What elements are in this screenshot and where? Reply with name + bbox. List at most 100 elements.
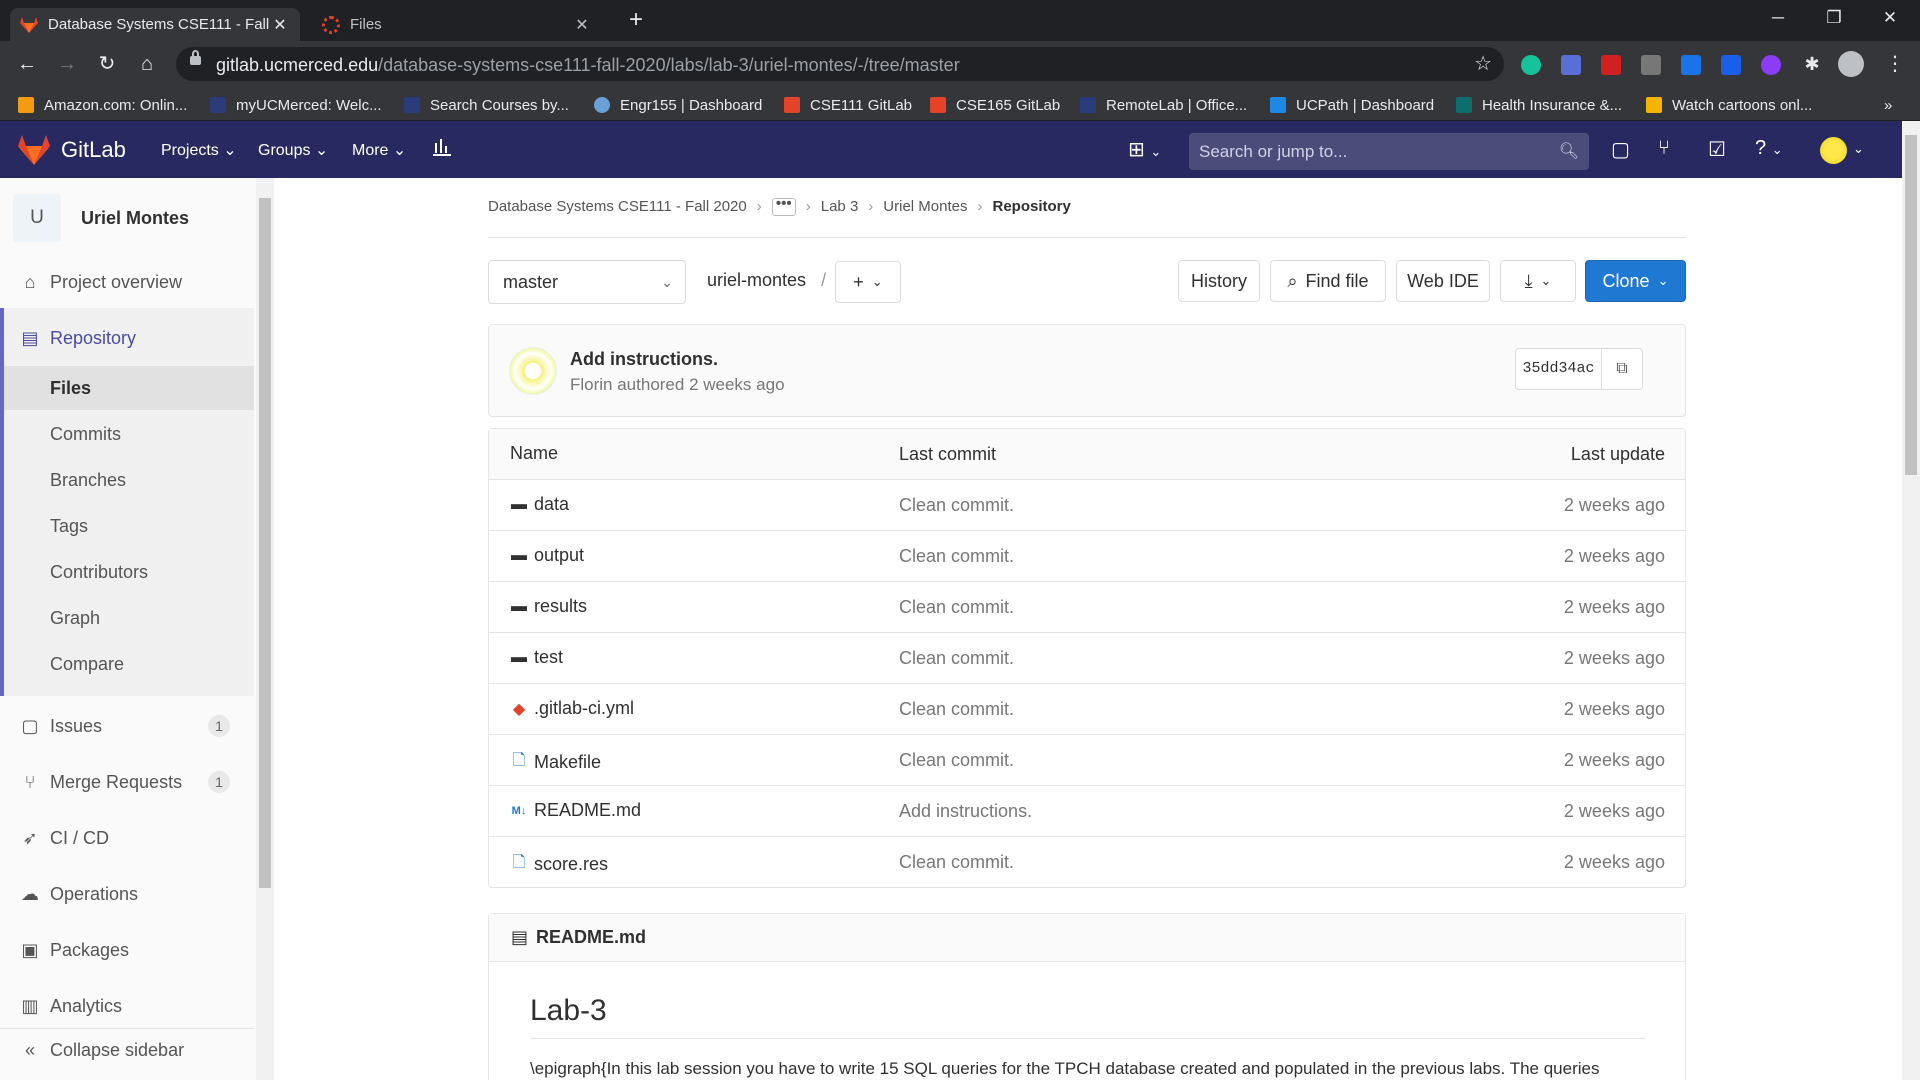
home-icon[interactable]: ⌂ (132, 49, 162, 79)
file-name[interactable]: test (534, 647, 563, 668)
page-scrollbar[interactable] (1902, 121, 1920, 1080)
sidebar-item-operations[interactable]: ☁ Operations (0, 872, 254, 916)
bookmark-item[interactable]: UCPath | Dashboard (1270, 94, 1434, 116)
gitlab-logo-icon[interactable] (18, 135, 50, 165)
extension-icon[interactable] (1721, 55, 1741, 75)
readme-filename[interactable]: README.md (536, 927, 646, 948)
file-name[interactable]: Makefile (534, 752, 601, 773)
bookmark-item[interactable]: RemoteLab | Office... (1080, 94, 1247, 116)
file-name[interactable]: README.md (534, 800, 641, 821)
search-input[interactable] (1189, 133, 1549, 170)
commit-message[interactable]: Clean commit. (899, 597, 1014, 618)
activity-chart-icon[interactable] (432, 137, 452, 163)
sidebar-item-project-overview[interactable]: ⌂ Project overview (0, 260, 254, 304)
dark-mode-icon[interactable] (1761, 55, 1781, 75)
extension-icon[interactable] (1561, 55, 1581, 75)
page-scrollbar-thumb[interactable] (1905, 135, 1917, 475)
help-icon[interactable]: ? ⌄ (1755, 137, 1783, 160)
grammarly-icon[interactable] (1521, 55, 1541, 75)
extensions-puzzle-icon[interactable]: ✱ (1797, 49, 1827, 79)
history-button[interactable]: History (1178, 260, 1260, 302)
file-name[interactable]: .gitlab-ci.yml (534, 698, 634, 719)
back-icon[interactable]: ← (12, 49, 42, 79)
commit-message[interactable]: Clean commit. (899, 495, 1014, 516)
bookmark-item[interactable]: Amazon.com: Onlin... (18, 94, 187, 116)
adblock-icon[interactable] (1601, 55, 1621, 75)
browser-tab[interactable]: Files ✕ (312, 8, 602, 41)
breadcrumb-more-button[interactable]: ••• (771, 196, 796, 216)
forward-icon[interactable]: → (52, 49, 82, 79)
table-row[interactable]: ▬ output Clean commit. 2 weeks ago (489, 530, 1685, 581)
bookmark-item[interactable]: CSE111 GitLab (784, 94, 912, 116)
menu-kebab-icon[interactable]: ⋮ (1880, 49, 1910, 79)
sidebar-subitem-tags[interactable]: Tags (4, 504, 254, 548)
file-name[interactable]: results (534, 596, 587, 617)
sidebar-subitem-graph[interactable]: Graph (4, 596, 254, 640)
bookmark-item[interactable]: Health Insurance &... (1456, 94, 1622, 116)
sidebar-subitem-commits[interactable]: Commits (4, 412, 254, 456)
breadcrumb-group[interactable]: Database Systems CSE111 - Fall 2020 (488, 198, 747, 215)
file-name[interactable]: output (534, 545, 584, 566)
commit-author-avatar[interactable] (509, 347, 557, 395)
bookmark-item[interactable]: Watch cartoons onl... (1646, 94, 1812, 116)
reload-icon[interactable]: ↻ (92, 49, 122, 79)
commit-message[interactable]: Clean commit. (899, 648, 1014, 669)
table-row[interactable]: 🗋︎ score.res Clean commit. 2 weeks ago (489, 836, 1685, 887)
breadcrumb-current[interactable]: Repository (993, 198, 1071, 215)
user-avatar[interactable] (1820, 137, 1847, 164)
commit-message[interactable]: Clean commit. (899, 852, 1014, 873)
collapse-sidebar-button[interactable]: « Collapse sidebar (0, 1028, 254, 1072)
more-menu[interactable]: More ⌄ (352, 140, 406, 160)
close-tab-icon[interactable]: ✕ (572, 15, 592, 35)
projects-menu[interactable]: Projects ⌄ (161, 140, 237, 160)
sidebar-scrollbar-thumb[interactable] (259, 198, 271, 888)
sidebar-subitem-branches[interactable]: Branches (4, 458, 254, 502)
table-row[interactable]: 🗋︎ Makefile Clean commit. 2 weeks ago (489, 734, 1685, 785)
profile-icon[interactable] (1838, 51, 1864, 77)
more-bookmarks-icon[interactable]: » (1884, 94, 1892, 116)
groups-menu[interactable]: Groups ⌄ (258, 140, 328, 160)
merge-request-icon[interactable]: ⑂ (1658, 137, 1670, 160)
commit-message[interactable]: Add instructions. (899, 801, 1032, 822)
extension-icon[interactable] (1641, 55, 1661, 75)
web-ide-button[interactable]: Web IDE (1396, 260, 1490, 302)
bookmark-item[interactable]: Engr155 | Dashboard (594, 94, 762, 116)
bookmark-item[interactable]: myUCMerced: Welc... (210, 94, 382, 116)
sidebar-item-repository[interactable]: ▤ Repository (0, 316, 254, 360)
sidebar-subitem-compare[interactable]: Compare (4, 642, 254, 686)
gitlab-brand[interactable]: GitLab (61, 137, 126, 163)
extension-icon[interactable] (1681, 55, 1701, 75)
table-row[interactable]: ◆ .gitlab-ci.yml Clean commit. 2 weeks ag… (489, 683, 1685, 734)
table-row[interactable]: ▬ results Clean commit. 2 weeks ago (489, 581, 1685, 632)
sidebar-subitem-contributors[interactable]: Contributors (4, 550, 254, 594)
minimize-icon[interactable]: ─ (1750, 0, 1806, 36)
branch-selector[interactable]: master ⌄ (488, 260, 686, 304)
table-row[interactable]: M↓ README.md Add instructions. 2 weeks ag… (489, 785, 1685, 836)
find-file-button[interactable]: ⌕ Find file (1270, 260, 1386, 302)
table-row[interactable]: ▬ data Clean commit. 2 weeks ago (489, 479, 1685, 530)
sidebar-item-packages[interactable]: ▣ Packages (0, 928, 254, 972)
bookmark-item[interactable]: CSE165 GitLab (930, 94, 1060, 116)
chevron-down-icon[interactable]: ⌄ (1853, 141, 1864, 157)
sidebar-item-ci-cd[interactable]: ➶ CI / CD (0, 816, 254, 860)
file-name[interactable]: score.res (534, 854, 608, 875)
sidebar-item-issues[interactable]: ▢ Issues 1 (0, 704, 254, 748)
add-to-tree-button[interactable]: + ⌄ (835, 261, 901, 303)
clone-button[interactable]: Clone ⌄ (1585, 260, 1686, 302)
sidebar-item-merge-requests[interactable]: ⑂ Merge Requests 1 (0, 760, 254, 804)
download-button[interactable]: ⤓ ⌄ (1500, 260, 1576, 302)
todos-icon[interactable]: ☑ (1708, 137, 1726, 162)
sidebar-project-header[interactable]: U Uriel Montes (13, 194, 189, 242)
commit-message[interactable]: Clean commit. (899, 750, 1014, 771)
breadcrumb-lab[interactable]: Lab 3 (821, 198, 859, 215)
repo-path-root[interactable]: uriel-montes (707, 270, 806, 290)
close-window-icon[interactable]: ✕ (1862, 0, 1918, 36)
bookmark-item[interactable]: Search Courses by... (404, 94, 569, 116)
bookmark-star-icon[interactable]: ☆ (1474, 51, 1492, 76)
breadcrumb-user[interactable]: Uriel Montes (883, 198, 967, 215)
new-tab-button[interactable]: + (623, 8, 649, 34)
commit-sha[interactable]: 35dd34ac (1516, 349, 1602, 389)
table-row[interactable]: ▬ test Clean commit. 2 weeks ago (489, 632, 1685, 683)
global-search[interactable]: 🔍︎ (1189, 133, 1589, 170)
sidebar-subitem-files[interactable]: Files (4, 366, 254, 410)
